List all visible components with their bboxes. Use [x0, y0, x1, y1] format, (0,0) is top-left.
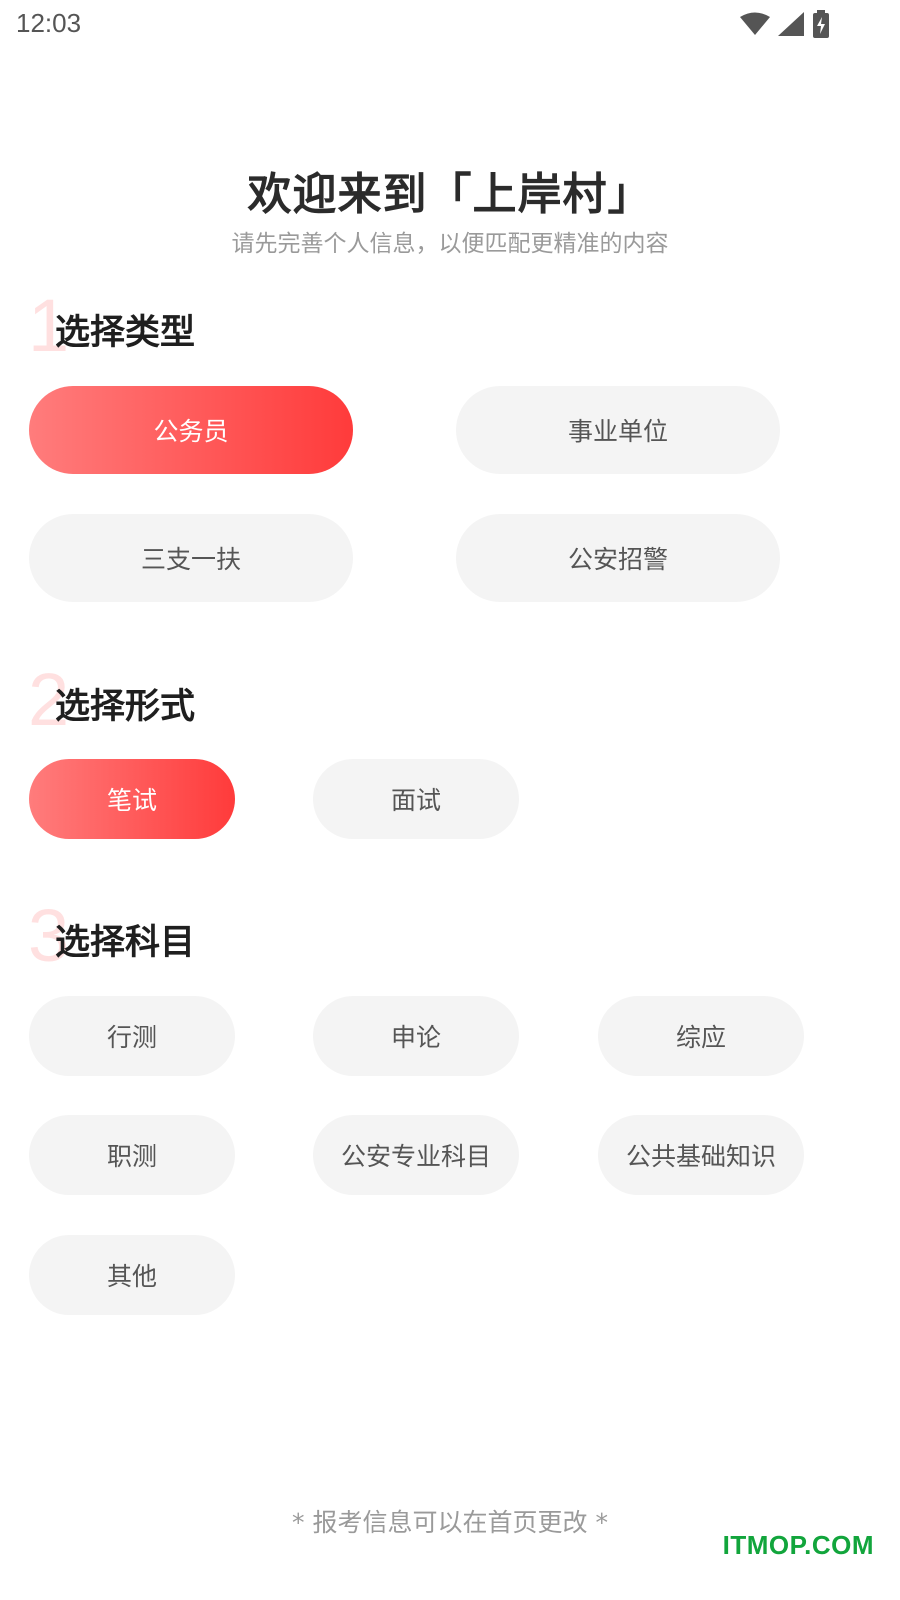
- wifi-icon: [740, 12, 770, 36]
- option-type-sanzhi-yifu[interactable]: 三支一扶: [29, 514, 353, 602]
- watermark-logo: ITMOP.COM: [722, 1530, 874, 1560]
- option-subject-zhice[interactable]: 职测: [29, 1115, 235, 1195]
- section-title: 选择类型: [55, 313, 196, 353]
- option-format-interview[interactable]: 面试: [313, 759, 519, 839]
- section-title: 选择形式: [55, 687, 196, 727]
- option-subject-police-professional[interactable]: 公安专业科目: [313, 1115, 519, 1195]
- option-subject-public-basics[interactable]: 公共基础知识: [598, 1115, 804, 1195]
- battery-charging-icon: [812, 10, 830, 38]
- option-type-police-recruitment[interactable]: 公安招警: [456, 514, 780, 602]
- option-subject-shenlun[interactable]: 申论: [313, 996, 519, 1076]
- option-subject-other[interactable]: 其他: [29, 1235, 235, 1315]
- page-title: 欢迎来到「上岸村」: [247, 169, 653, 220]
- status-icons: [740, 8, 830, 40]
- option-format-written[interactable]: 笔试: [29, 759, 235, 839]
- option-type-public-institution[interactable]: 事业单位: [456, 386, 780, 474]
- status-bar: 12:03: [0, 0, 900, 48]
- status-time: 12:03: [16, 8, 82, 38]
- option-type-civil-servant[interactable]: 公务员: [29, 386, 353, 474]
- option-subject-xingce[interactable]: 行测: [29, 996, 235, 1076]
- page-subtitle: 请先完善个人信息，以便匹配更精准的内容: [231, 231, 669, 257]
- section-title: 选择科目: [55, 923, 196, 963]
- cellular-signal-icon: [778, 12, 804, 36]
- option-subject-zongying[interactable]: 综应: [598, 996, 804, 1076]
